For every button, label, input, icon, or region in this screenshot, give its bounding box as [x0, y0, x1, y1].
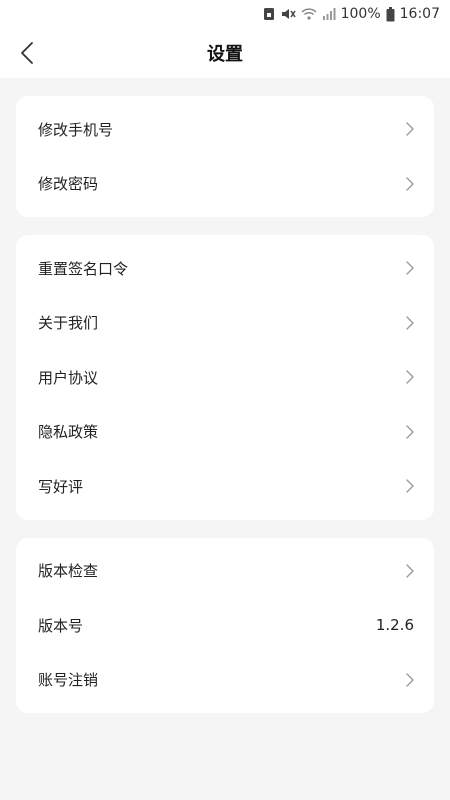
chevron-right-icon [406, 177, 414, 191]
settings-row-check-version[interactable]: 版本检查 [16, 544, 434, 599]
settings-row-change-phone[interactable]: 修改手机号 [16, 102, 434, 157]
row-label: 重置签名口令 [38, 259, 129, 278]
sim-lock-icon [263, 7, 275, 21]
clock-time: 16:07 [399, 6, 440, 22]
settings-row-privacy-policy[interactable]: 隐私政策 [16, 405, 434, 460]
settings-group-version: 版本检查 版本号 1.2.6 账号注销 [16, 537, 434, 713]
battery-level: 100% [340, 6, 381, 22]
chevron-right-icon [406, 425, 414, 439]
mute-icon [280, 7, 296, 21]
row-label: 隐私政策 [38, 423, 99, 442]
settings-row-change-password[interactable]: 修改密码 [16, 157, 434, 212]
row-label: 写好评 [38, 477, 84, 496]
row-label: 修改手机号 [38, 120, 114, 139]
settings-row-reset-signature[interactable]: 重置签名口令 [16, 241, 434, 296]
chevron-right-icon [406, 316, 414, 330]
chevron-right-icon [406, 479, 414, 493]
chevron-right-icon [406, 564, 414, 578]
settings-group-general: 重置签名口令 关于我们 用户协议 隐私政策 写好评 [16, 235, 434, 520]
battery-icon [386, 6, 395, 22]
settings-row-user-agreement[interactable]: 用户协议 [16, 350, 434, 405]
row-label: 用户协议 [38, 368, 99, 387]
chevron-right-icon [406, 122, 414, 136]
row-label: 修改密码 [38, 175, 99, 194]
settings-content: 修改手机号 修改密码 重置签名口令 关于我们 用户协议 隐私政策 写好评 版本检… [0, 78, 450, 713]
settings-group-account: 修改手机号 修改密码 [16, 96, 434, 217]
status-bar: 100% 16:07 [0, 0, 450, 28]
signal-icon [322, 8, 336, 20]
row-label: 账号注销 [38, 671, 99, 690]
settings-row-delete-account[interactable]: 账号注销 [16, 653, 434, 708]
page-title: 设置 [207, 44, 243, 65]
row-label: 关于我们 [38, 314, 99, 333]
chevron-left-icon [20, 41, 34, 65]
settings-row-write-review[interactable]: 写好评 [16, 459, 434, 514]
row-label: 版本检查 [38, 562, 99, 581]
wifi-icon [301, 7, 317, 21]
row-label: 版本号 [38, 616, 84, 635]
chevron-right-icon [406, 370, 414, 384]
version-value: 1.2.6 [375, 616, 414, 635]
chevron-right-icon [406, 673, 414, 687]
settings-row-version-number: 版本号 1.2.6 [16, 598, 434, 653]
back-button[interactable] [12, 38, 42, 68]
settings-row-about-us[interactable]: 关于我们 [16, 296, 434, 351]
nav-bar: 设置 [0, 28, 450, 78]
chevron-right-icon [406, 261, 414, 275]
